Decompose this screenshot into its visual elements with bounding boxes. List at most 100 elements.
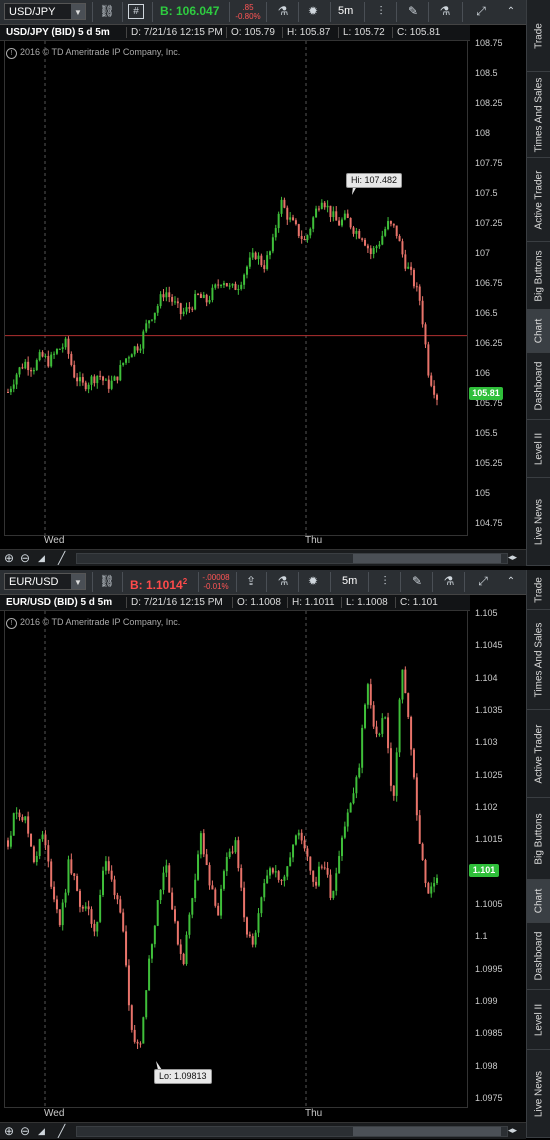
y-tick-label: 1.0995 xyxy=(475,963,503,974)
candle-body xyxy=(240,284,243,289)
candle-body xyxy=(55,348,58,354)
candle-body xyxy=(231,283,234,286)
candle-body xyxy=(21,817,24,821)
candle-body xyxy=(87,906,90,910)
crosshair-icon[interactable]: ⊕ xyxy=(4,551,14,565)
zoom-out-icon[interactable]: ⊖ xyxy=(20,551,30,565)
tab-dashboard[interactable]: Dashboard xyxy=(527,353,550,420)
tab-active-trader[interactable]: Active Trader xyxy=(527,710,550,798)
y-tick-label: 108.5 xyxy=(475,68,498,78)
candle-body xyxy=(70,353,73,365)
candle-body xyxy=(156,306,159,313)
candle-body xyxy=(73,364,76,378)
candle-body xyxy=(228,285,231,287)
tab-live-news[interactable]: Live News xyxy=(527,478,550,566)
crosshair-icon[interactable]: ⊕ xyxy=(4,1124,14,1138)
candle-body xyxy=(234,283,237,290)
candle-body xyxy=(286,866,289,877)
candle-body xyxy=(197,854,200,880)
candle-body xyxy=(35,856,38,863)
candle-body xyxy=(220,285,223,287)
tab-chart[interactable]: Chart xyxy=(527,310,550,353)
tab-label: Times And Sales xyxy=(533,622,545,697)
candle-body xyxy=(104,379,107,381)
drawing-line-icon[interactable]: ╱ xyxy=(58,1124,65,1138)
candle-body xyxy=(165,865,168,873)
candle-body xyxy=(148,320,151,324)
zoom-arrow-icon[interactable]: ◢ xyxy=(38,1126,45,1137)
candle-body xyxy=(340,219,343,226)
tab-label: Level II xyxy=(533,1003,545,1036)
candle-body xyxy=(421,300,424,325)
candle-body xyxy=(320,202,323,209)
y-tick-label: 105 xyxy=(475,488,491,498)
chart-zoom-icon[interactable]: ⤢ xyxy=(470,3,492,20)
scroll-arrows-icon[interactable]: ◂▸ xyxy=(508,1125,517,1136)
candle-body xyxy=(15,374,18,385)
y-tick-label: 106.25 xyxy=(475,338,503,348)
candle-body xyxy=(93,923,96,932)
candle-body xyxy=(107,861,110,871)
candle-body xyxy=(294,220,297,225)
candle-body xyxy=(96,921,99,932)
tab-label: Chart xyxy=(533,318,545,344)
tab-times-and-sales[interactable]: Times And Sales xyxy=(527,72,550,158)
candle-body xyxy=(251,936,254,945)
tab-trade[interactable]: Trade xyxy=(527,570,550,610)
candle-body xyxy=(234,840,237,853)
candle-body xyxy=(211,287,214,301)
y-tick-label: 106.75 xyxy=(475,278,503,288)
tab-times-and-sales[interactable]: Times And Sales xyxy=(527,610,550,710)
candle-body xyxy=(171,892,174,910)
tab-live-news[interactable]: Live News xyxy=(527,1050,550,1138)
last-price-tag: 1.101 xyxy=(469,864,499,877)
candle-body xyxy=(162,294,165,298)
candle-body xyxy=(185,934,188,964)
tab-label: Trade xyxy=(533,22,545,49)
chart-panel-eurusd: EUR/USD ▼ ⛓ B: 1.10142 -.00008 -0.01% ⇪ … xyxy=(0,570,550,1140)
scroll-arrows-icon[interactable]: ◂▸ xyxy=(508,552,517,563)
candle-body xyxy=(119,365,122,381)
scroll-thumb[interactable] xyxy=(353,554,501,563)
candle-body xyxy=(245,266,248,275)
candle-body xyxy=(182,311,185,314)
scroll-thumb[interactable] xyxy=(353,1127,501,1136)
candle-body xyxy=(355,230,358,234)
tab-dashboard[interactable]: Dashboard xyxy=(527,923,550,990)
low-callout: Lo: 1.09813 xyxy=(154,1069,212,1084)
candle-body xyxy=(84,906,87,909)
collapse-icon[interactable]: ⌃ xyxy=(500,573,522,590)
tab-level-ii[interactable]: Level II xyxy=(527,990,550,1050)
tab-chart[interactable]: Chart xyxy=(527,880,550,923)
candle-body xyxy=(254,932,257,945)
tab-level-ii[interactable]: Level II xyxy=(527,420,550,478)
candle-body xyxy=(358,230,361,239)
candle-body xyxy=(27,816,30,834)
tab-active-trader[interactable]: Active Trader xyxy=(527,158,550,242)
candle-body xyxy=(269,251,272,256)
tab-trade[interactable]: Trade xyxy=(527,0,550,72)
zoom-arrow-icon[interactable]: ◢ xyxy=(38,553,45,564)
tab-label: Active Trader xyxy=(533,170,545,229)
y-tick-label: 1.104 xyxy=(475,672,498,683)
price-axis[interactable]: 108.75 108.5 108.25 108 107.75 107.5 107.25 107… xyxy=(469,38,526,536)
tab-big-buttons[interactable]: Big Buttons xyxy=(527,242,550,310)
candle-body xyxy=(286,207,289,220)
candle-body xyxy=(70,859,73,874)
time-scrollbar[interactable] xyxy=(76,553,508,564)
candle-body xyxy=(430,375,433,386)
chart-zoom-icon[interactable]: ⤢ xyxy=(472,573,494,590)
last-price-tag: 105.81 xyxy=(469,387,503,400)
time-scrollbar[interactable] xyxy=(76,1126,508,1137)
candle-body xyxy=(205,854,208,866)
candle-body xyxy=(297,224,300,237)
collapse-icon[interactable]: ⌃ xyxy=(500,3,522,20)
tab-big-buttons[interactable]: Big Buttons xyxy=(527,798,550,880)
candle-body xyxy=(436,877,438,884)
zoom-out-icon[interactable]: ⊖ xyxy=(20,1124,30,1138)
candle-body xyxy=(173,909,176,922)
candle-body xyxy=(335,873,338,891)
candle-body xyxy=(349,803,352,813)
drawing-line-icon[interactable]: ╱ xyxy=(58,551,65,565)
price-axis[interactable]: 1.105 1.1045 1.104 1.1035 1.103 1.1025 1.102 1.… xyxy=(469,608,526,1108)
